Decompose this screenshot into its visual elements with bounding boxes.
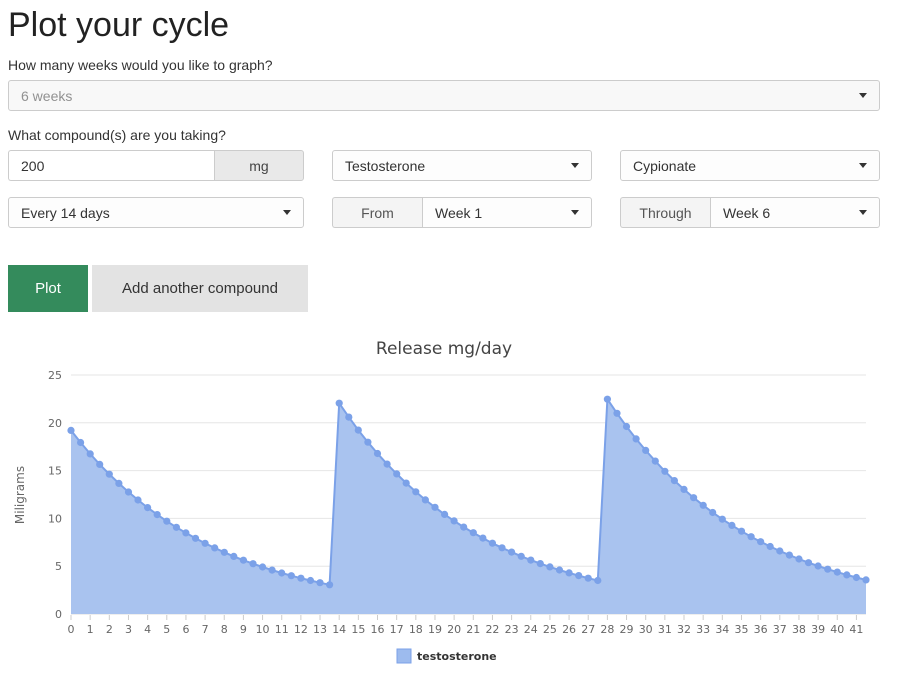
dose-unit-addon: mg	[214, 150, 304, 181]
compound-select[interactable]: Testosterone	[332, 150, 592, 181]
legend-label: testosterone	[417, 650, 497, 663]
svg-text:18: 18	[409, 623, 423, 636]
plot-button[interactable]: Plot	[8, 265, 88, 312]
dose-input[interactable]	[8, 150, 214, 181]
svg-text:17: 17	[390, 623, 404, 636]
weeks-select[interactable]: 6 weeks	[8, 80, 880, 111]
through-week-group: Through Week 6	[620, 197, 880, 228]
add-compound-button[interactable]: Add another compound	[92, 265, 308, 312]
caret-down-icon	[859, 163, 867, 168]
area-series	[71, 399, 866, 614]
svg-text:4: 4	[144, 623, 151, 636]
svg-text:5: 5	[55, 560, 62, 573]
x-axis-ticks: 0123456789101112131415161718192021222324…	[68, 615, 864, 636]
svg-text:35: 35	[734, 623, 748, 636]
caret-down-icon	[859, 210, 867, 215]
y-axis-label: Miligrams	[13, 466, 27, 524]
svg-text:28: 28	[600, 623, 614, 636]
svg-text:10: 10	[256, 623, 270, 636]
svg-text:21: 21	[466, 623, 480, 636]
svg-text:2: 2	[106, 623, 113, 636]
legend-swatch	[397, 649, 411, 663]
caret-down-icon	[571, 210, 579, 215]
svg-text:37: 37	[773, 623, 787, 636]
svg-text:9: 9	[240, 623, 247, 636]
svg-text:25: 25	[543, 623, 557, 636]
svg-text:34: 34	[715, 623, 729, 636]
svg-text:8: 8	[221, 623, 228, 636]
svg-text:16: 16	[371, 623, 385, 636]
svg-text:32: 32	[677, 623, 691, 636]
ester-select[interactable]: Cypionate	[620, 150, 880, 181]
svg-text:12: 12	[294, 623, 308, 636]
svg-text:22: 22	[485, 623, 499, 636]
svg-text:27: 27	[581, 623, 595, 636]
from-week-group: From Week 1	[332, 197, 592, 228]
chart-legend[interactable]: testosterone	[397, 649, 497, 663]
svg-text:15: 15	[48, 465, 62, 478]
through-addon: Through	[620, 197, 710, 228]
svg-text:5: 5	[163, 623, 170, 636]
svg-text:41: 41	[849, 623, 863, 636]
svg-text:0: 0	[68, 623, 75, 636]
svg-text:3: 3	[125, 623, 132, 636]
from-addon: From	[332, 197, 422, 228]
svg-text:24: 24	[524, 623, 538, 636]
through-week-value: Week 6	[723, 205, 851, 221]
svg-text:38: 38	[792, 623, 806, 636]
svg-text:39: 39	[811, 623, 825, 636]
svg-text:40: 40	[830, 623, 844, 636]
svg-text:31: 31	[658, 623, 672, 636]
svg-text:13: 13	[313, 623, 327, 636]
from-week-value: Week 1	[435, 205, 563, 221]
compound-form-grid: mg Testosterone Cypionate Every 14 days …	[8, 150, 880, 228]
svg-text:25: 25	[48, 369, 62, 382]
chart-title: Release mg/day	[376, 339, 512, 359]
svg-text:36: 36	[754, 623, 768, 636]
svg-text:33: 33	[696, 623, 710, 636]
compound-select-value: Testosterone	[345, 158, 563, 174]
svg-text:1: 1	[87, 623, 94, 636]
weeks-select-value: 6 weeks	[21, 88, 851, 104]
caret-down-icon	[283, 210, 291, 215]
svg-text:7: 7	[202, 623, 209, 636]
svg-text:23: 23	[505, 623, 519, 636]
frequency-select[interactable]: Every 14 days	[8, 197, 304, 228]
caret-down-icon	[571, 163, 579, 168]
from-week-select[interactable]: Week 1	[422, 197, 592, 228]
svg-text:15: 15	[351, 623, 365, 636]
weeks-question-label: How many weeks would you like to graph?	[8, 57, 880, 73]
page-title: Plot your cycle	[8, 6, 880, 45]
dose-input-group: mg	[8, 150, 304, 181]
svg-text:14: 14	[332, 623, 346, 636]
compound-question-label: What compound(s) are you taking?	[8, 127, 880, 143]
svg-text:20: 20	[447, 623, 461, 636]
svg-text:10: 10	[48, 512, 62, 525]
svg-text:30: 30	[639, 623, 653, 636]
svg-text:29: 29	[620, 623, 634, 636]
caret-down-icon	[859, 93, 867, 98]
ester-select-value: Cypionate	[633, 158, 851, 174]
svg-text:0: 0	[55, 608, 62, 621]
page-container: Plot your cycle How many weeks would you…	[8, 6, 880, 681]
svg-text:20: 20	[48, 417, 62, 430]
chart-canvas[interactable]: Release mg/day0510152025Miligrams0123456…	[8, 328, 880, 676]
frequency-select-value: Every 14 days	[21, 205, 275, 221]
svg-text:19: 19	[428, 623, 442, 636]
svg-text:26: 26	[562, 623, 576, 636]
action-buttons: Plot Add another compound	[8, 265, 880, 312]
svg-text:11: 11	[275, 623, 289, 636]
through-week-select[interactable]: Week 6	[710, 197, 880, 228]
release-chart: Release mg/day0510152025Miligrams0123456…	[8, 328, 880, 681]
svg-text:6: 6	[182, 623, 189, 636]
